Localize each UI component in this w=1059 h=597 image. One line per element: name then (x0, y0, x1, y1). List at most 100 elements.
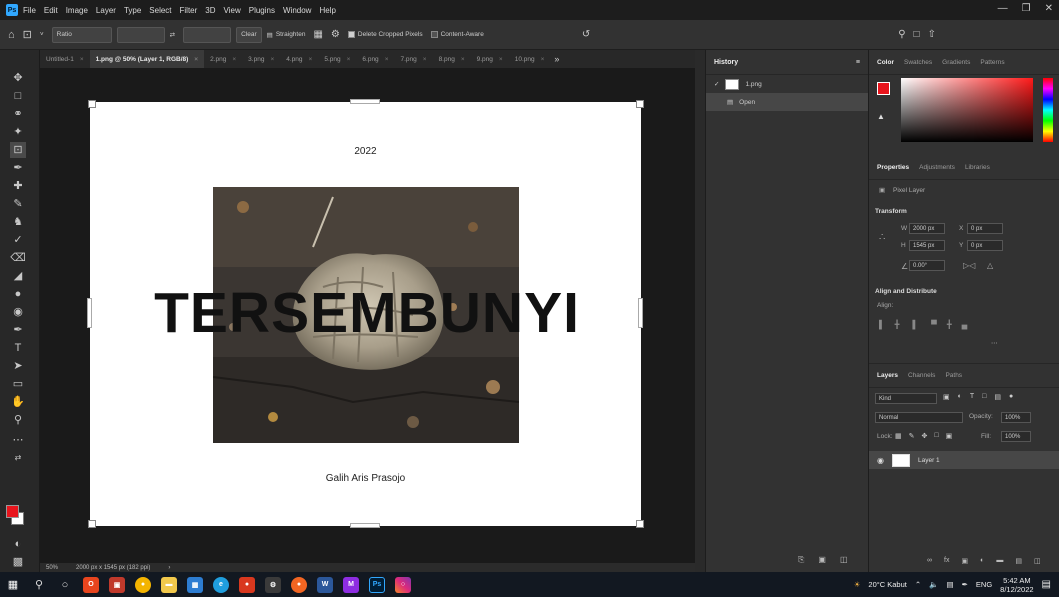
language-indicator[interactable]: ENG (976, 580, 992, 589)
menu-plugins[interactable]: Plugins (249, 6, 275, 15)
tab-adjustments[interactable]: Adjustments (919, 164, 955, 171)
close-icon[interactable]: × (499, 56, 503, 63)
align-heading[interactable]: Align and Distribute (875, 288, 937, 295)
tab-9-png[interactable]: 9.png × (471, 50, 509, 68)
photoshop-taskbar-icon[interactable]: Ps (364, 572, 390, 597)
align-right-icon[interactable]: ▐ (910, 320, 916, 329)
close-icon[interactable]: × (423, 56, 427, 63)
stamp-tool-icon[interactable]: ♞ (10, 214, 26, 230)
tab-libraries[interactable]: Libraries (965, 164, 990, 171)
crop-handle-top-left[interactable] (88, 100, 96, 108)
network-icon[interactable]: ▤ (947, 580, 954, 589)
close-icon[interactable]: × (347, 56, 351, 63)
tab-7-png[interactable]: 7.png × (394, 50, 432, 68)
color-field[interactable] (901, 78, 1033, 142)
trash-icon[interactable]: ◫ (1034, 557, 1041, 565)
fx-icon[interactable]: fx (944, 557, 949, 565)
align-bottom-icon[interactable]: ▄ (962, 320, 968, 329)
foreground-color-swatch[interactable] (6, 505, 19, 518)
office-app-icon[interactable]: O (78, 572, 104, 597)
filter-toggle-icon[interactable]: ● (1009, 393, 1013, 401)
menu-edit[interactable]: Edit (44, 6, 58, 15)
fill-field[interactable]: 100% (1001, 431, 1031, 442)
link-icon[interactable]: ∴ (879, 232, 885, 243)
hue-slider[interactable] (1043, 78, 1053, 142)
new-document-from-state-icon[interactable]: ⎘ (798, 555, 804, 565)
tab-properties[interactable]: Properties (877, 164, 909, 171)
clear-button[interactable]: Clear (236, 26, 262, 43)
new-layer-icon[interactable]: ▤ (1015, 557, 1022, 565)
menu-help[interactable]: Help (319, 6, 335, 15)
pen-icon[interactable]: ✒ (962, 580, 968, 589)
ratio-select[interactable]: Ratio (51, 26, 112, 43)
tab-5-png[interactable]: 5.png × (318, 50, 356, 68)
crop-handle-bottom[interactable] (350, 523, 380, 528)
tab-10-png[interactable]: 10.png × (509, 50, 551, 68)
warning-icon[interactable]: ▲ (877, 112, 885, 121)
crop-handle-right[interactable] (638, 298, 643, 328)
close-icon[interactable]: × (80, 56, 84, 63)
app-red-icon[interactable]: ● (234, 572, 260, 597)
dodge-tool-icon[interactable]: ◉ (10, 304, 26, 320)
crop-handle-bottom-left[interactable] (88, 520, 96, 528)
instagram-app-icon[interactable]: ○ (390, 572, 416, 597)
chrome-app-icon[interactable]: ● (130, 572, 156, 597)
flip-horizontal-icon[interactable]: ▷◁ (963, 261, 975, 270)
lasso-tool-icon[interactable]: ⚭ (10, 106, 26, 122)
width-field[interactable]: 2000 px (909, 223, 945, 234)
cortana-icon[interactable]: ○ (52, 572, 78, 597)
history-snapshot[interactable]: ✓ 1.png (706, 75, 868, 93)
clock[interactable]: 5:42 AM 8/12/2022 (1000, 576, 1033, 594)
delete-cropped-checkbox[interactable]: Delete Cropped Pixels (347, 31, 423, 38)
tab-6-png[interactable]: 6.png × (356, 50, 394, 68)
tab-paths[interactable]: Paths (945, 372, 962, 379)
workspace-icon[interactable]: □ (914, 29, 920, 40)
file-explorer-icon[interactable]: ▬ (156, 572, 182, 597)
reset-icon[interactable]: ↺ (582, 29, 590, 40)
tab-untitled-1[interactable]: Untitled-1 × (40, 50, 90, 68)
tab-layers[interactable]: Layers (877, 372, 898, 379)
menu-image[interactable]: Image (66, 6, 88, 15)
align-left-icon[interactable]: ▌ (879, 320, 885, 329)
restore-icon[interactable]: ❐ (1022, 3, 1031, 14)
menu-filter[interactable]: Filter (180, 6, 198, 15)
windows-start-icon[interactable]: ▦ (0, 572, 26, 597)
history-brush-tool-icon[interactable]: ✓ (10, 232, 26, 248)
type-filter-icon[interactable]: T (970, 393, 974, 401)
eyedropper-tool-icon[interactable]: ✒ (10, 160, 26, 176)
blend-mode-select[interactable]: Normal (875, 412, 963, 423)
app-purple-icon[interactable]: M (338, 572, 364, 597)
x-field[interactable]: 0 px (967, 223, 1003, 234)
close-icon[interactable]: × (541, 56, 545, 63)
zoom-tool-icon[interactable]: ⚲ (10, 412, 26, 428)
minimize-icon[interactable]: — (998, 3, 1008, 14)
more-options-icon[interactable]: ⋯ (991, 339, 998, 347)
close-icon[interactable]: ✕ (1045, 3, 1053, 14)
crop-handle-top-right[interactable] (636, 100, 644, 108)
layer-filter-select[interactable]: Kind (875, 393, 937, 404)
quick-mask-icon[interactable]: ◐ (10, 536, 26, 552)
adjustment-layer-icon[interactable]: ◐ (980, 557, 984, 565)
orange-app-icon[interactable]: ● (286, 572, 312, 597)
close-icon[interactable]: × (270, 56, 274, 63)
notification-icon[interactable]: ▤ (1042, 579, 1051, 590)
gear-icon[interactable]: ⚙ (331, 29, 340, 40)
tab-swatches[interactable]: Swatches (904, 59, 932, 66)
marquee-tool-icon[interactable]: □ (10, 88, 26, 104)
close-icon[interactable]: × (385, 56, 389, 63)
chevron-right-icon[interactable]: › (168, 565, 170, 571)
hand-tool-icon[interactable]: ✋ (10, 394, 26, 410)
history-title[interactable]: History (714, 59, 738, 66)
layer-row[interactable]: ◉ Layer 1 (869, 451, 1059, 469)
overlay-grid-icon[interactable]: ▦ (313, 29, 322, 40)
path-select-tool-icon[interactable]: ➤ (10, 358, 26, 374)
trash-icon[interactable]: ◫ (840, 555, 848, 565)
swap-icon[interactable]: ⇄ (170, 31, 175, 39)
search-icon[interactable]: ⚲ (26, 572, 52, 597)
image-filter-icon[interactable]: ▣ (943, 393, 950, 401)
speaker-icon[interactable]: 🔈 (929, 580, 938, 589)
screen-mode-icon[interactable]: ▩ (10, 554, 26, 570)
blur-tool-icon[interactable]: ● (10, 286, 26, 302)
lock-pixels-icon[interactable]: ✎ (909, 432, 915, 440)
tab-1-png[interactable]: 1.png @ 50% (Layer 1, RGB/8) × (89, 50, 205, 68)
